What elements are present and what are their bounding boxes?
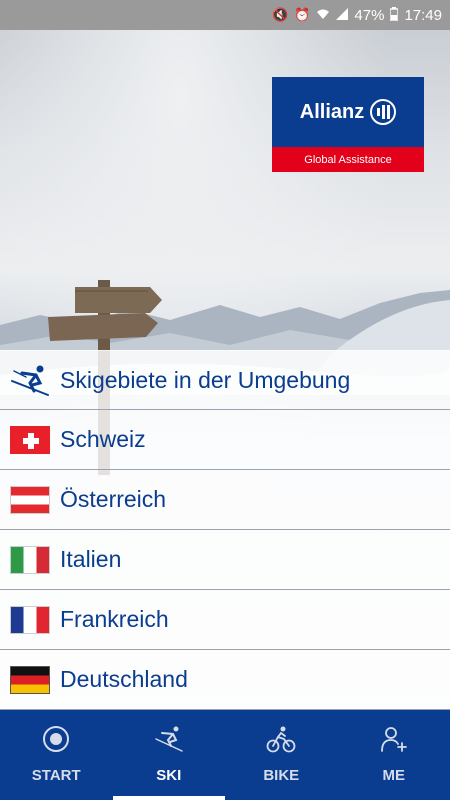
list-item-austria[interactable]: Österreich (0, 470, 450, 530)
active-tab-indicator (112, 796, 225, 800)
nav-me[interactable]: ME (338, 710, 450, 800)
flag-germany-icon (10, 665, 50, 694)
bike-icon (266, 726, 296, 753)
region-list: Skigebiete in der Umgebung Schweiz Öster… (0, 350, 450, 710)
nav-label: START (31, 767, 81, 784)
list-item-italy[interactable]: Italien (0, 530, 450, 590)
flag-italy-icon (10, 545, 50, 574)
nav-bike[interactable]: BIKE (225, 710, 338, 800)
list-item-label: Schweiz (60, 426, 146, 452)
battery-level: 47% (354, 6, 385, 24)
nav-ski[interactable]: SKI (112, 710, 225, 800)
list-item-label: Italien (60, 546, 122, 572)
wifi-icon (316, 8, 330, 23)
flag-france-icon (10, 605, 50, 634)
nav-label: BIKE (263, 767, 300, 784)
logo-subtitle: Global Assistance (272, 147, 424, 172)
nav-start[interactable]: START (0, 710, 113, 800)
list-item-germany[interactable]: Deutschland (0, 650, 450, 710)
skier-icon (11, 365, 49, 396)
bottom-navigation: START SKI BIKE ME (0, 710, 450, 800)
list-item-nearby-ski-areas[interactable]: Skigebiete in der Umgebung (0, 350, 450, 410)
list-item-label: Skigebiete in der Umgebung (60, 366, 351, 393)
mute-icon: 🔇 (272, 7, 289, 22)
allianz-logo: Allianz Global Assistance (272, 77, 424, 172)
logo-brand-text: Allianz (299, 100, 365, 123)
status-bar: 🔇 ⏰ 47% 17:49 (0, 0, 450, 30)
clock: 17:49 (404, 6, 442, 24)
battery-icon (389, 6, 400, 24)
list-item-label: Deutschland (60, 666, 188, 692)
list-item-switzerland[interactable]: Schweiz (0, 410, 450, 470)
nav-label: ME (382, 767, 406, 784)
list-item-label: Österreich (60, 486, 167, 512)
alarm-icon: ⏰ (294, 7, 311, 22)
allianz-emblem-icon (370, 99, 397, 125)
add-person-icon (380, 727, 407, 752)
target-icon (43, 726, 70, 752)
skier-icon (155, 726, 183, 752)
list-item-france[interactable]: Frankreich (0, 590, 450, 650)
signal-icon (336, 7, 349, 23)
flag-switzerland-icon (10, 425, 50, 454)
list-item-label: Frankreich (60, 606, 169, 632)
nav-label: SKI (156, 767, 182, 784)
flag-austria-icon (10, 485, 50, 514)
